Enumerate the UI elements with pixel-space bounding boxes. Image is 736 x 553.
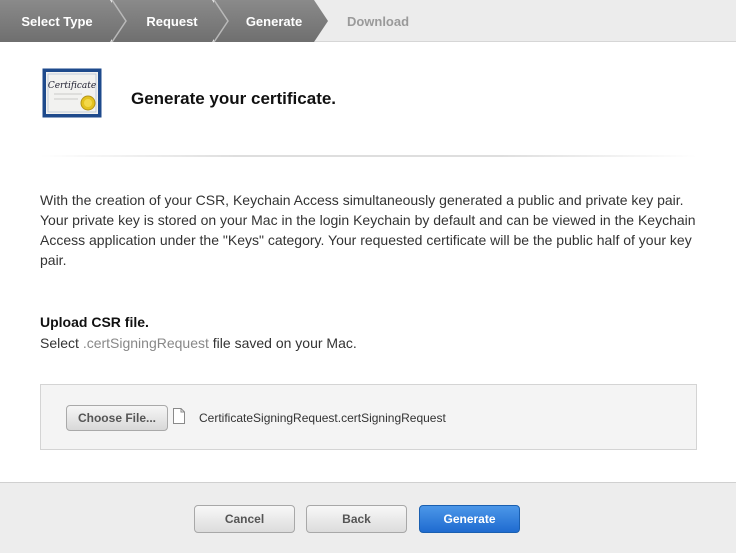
document-icon — [173, 408, 185, 424]
upload-instructions-suffix: file saved on your Mac. — [212, 335, 357, 351]
step-separator — [213, 0, 229, 42]
step-download: Download — [318, 0, 438, 42]
choose-file-button[interactable]: Choose File... — [66, 405, 168, 431]
step-label: Select Type — [21, 13, 93, 29]
step-generate: Generate — [214, 0, 328, 42]
footer-bar: Cancel Back Generate — [0, 482, 736, 553]
certificate-icon: Certificate — [42, 68, 102, 118]
step-label: Generate — [245, 13, 303, 29]
upload-instructions: Select .certSigningRequest file saved on… — [40, 335, 357, 351]
main-content: Certificate Generate your certificate. W… — [0, 42, 736, 482]
page-title: Generate your certificate. — [131, 89, 337, 108]
upload-instructions-prefix: Select — [40, 335, 79, 351]
step-bar: Select Type Request Generate Download — [0, 0, 736, 42]
file-upload-panel: Choose File... CertificateSigningRequest… — [40, 384, 697, 450]
generate-button[interactable]: Generate — [419, 505, 520, 533]
file-extension: .certSigningRequest — [82, 335, 209, 351]
selected-file-name: CertificateSigningRequest.certSigningReq… — [199, 411, 446, 425]
description-text: With the creation of your CSR, Keychain … — [40, 192, 696, 268]
step-separator — [111, 0, 127, 42]
step-label: Download — [346, 13, 410, 29]
divider — [40, 155, 697, 157]
certificate-icon-text: Certificate — [48, 81, 96, 91]
upload-heading: Upload CSR file. — [40, 314, 149, 330]
step-label: Request — [146, 13, 198, 29]
back-button[interactable]: Back — [306, 505, 407, 533]
step-select-type: Select Type — [0, 0, 124, 42]
cancel-button[interactable]: Cancel — [194, 505, 295, 533]
step-request: Request — [112, 0, 226, 42]
